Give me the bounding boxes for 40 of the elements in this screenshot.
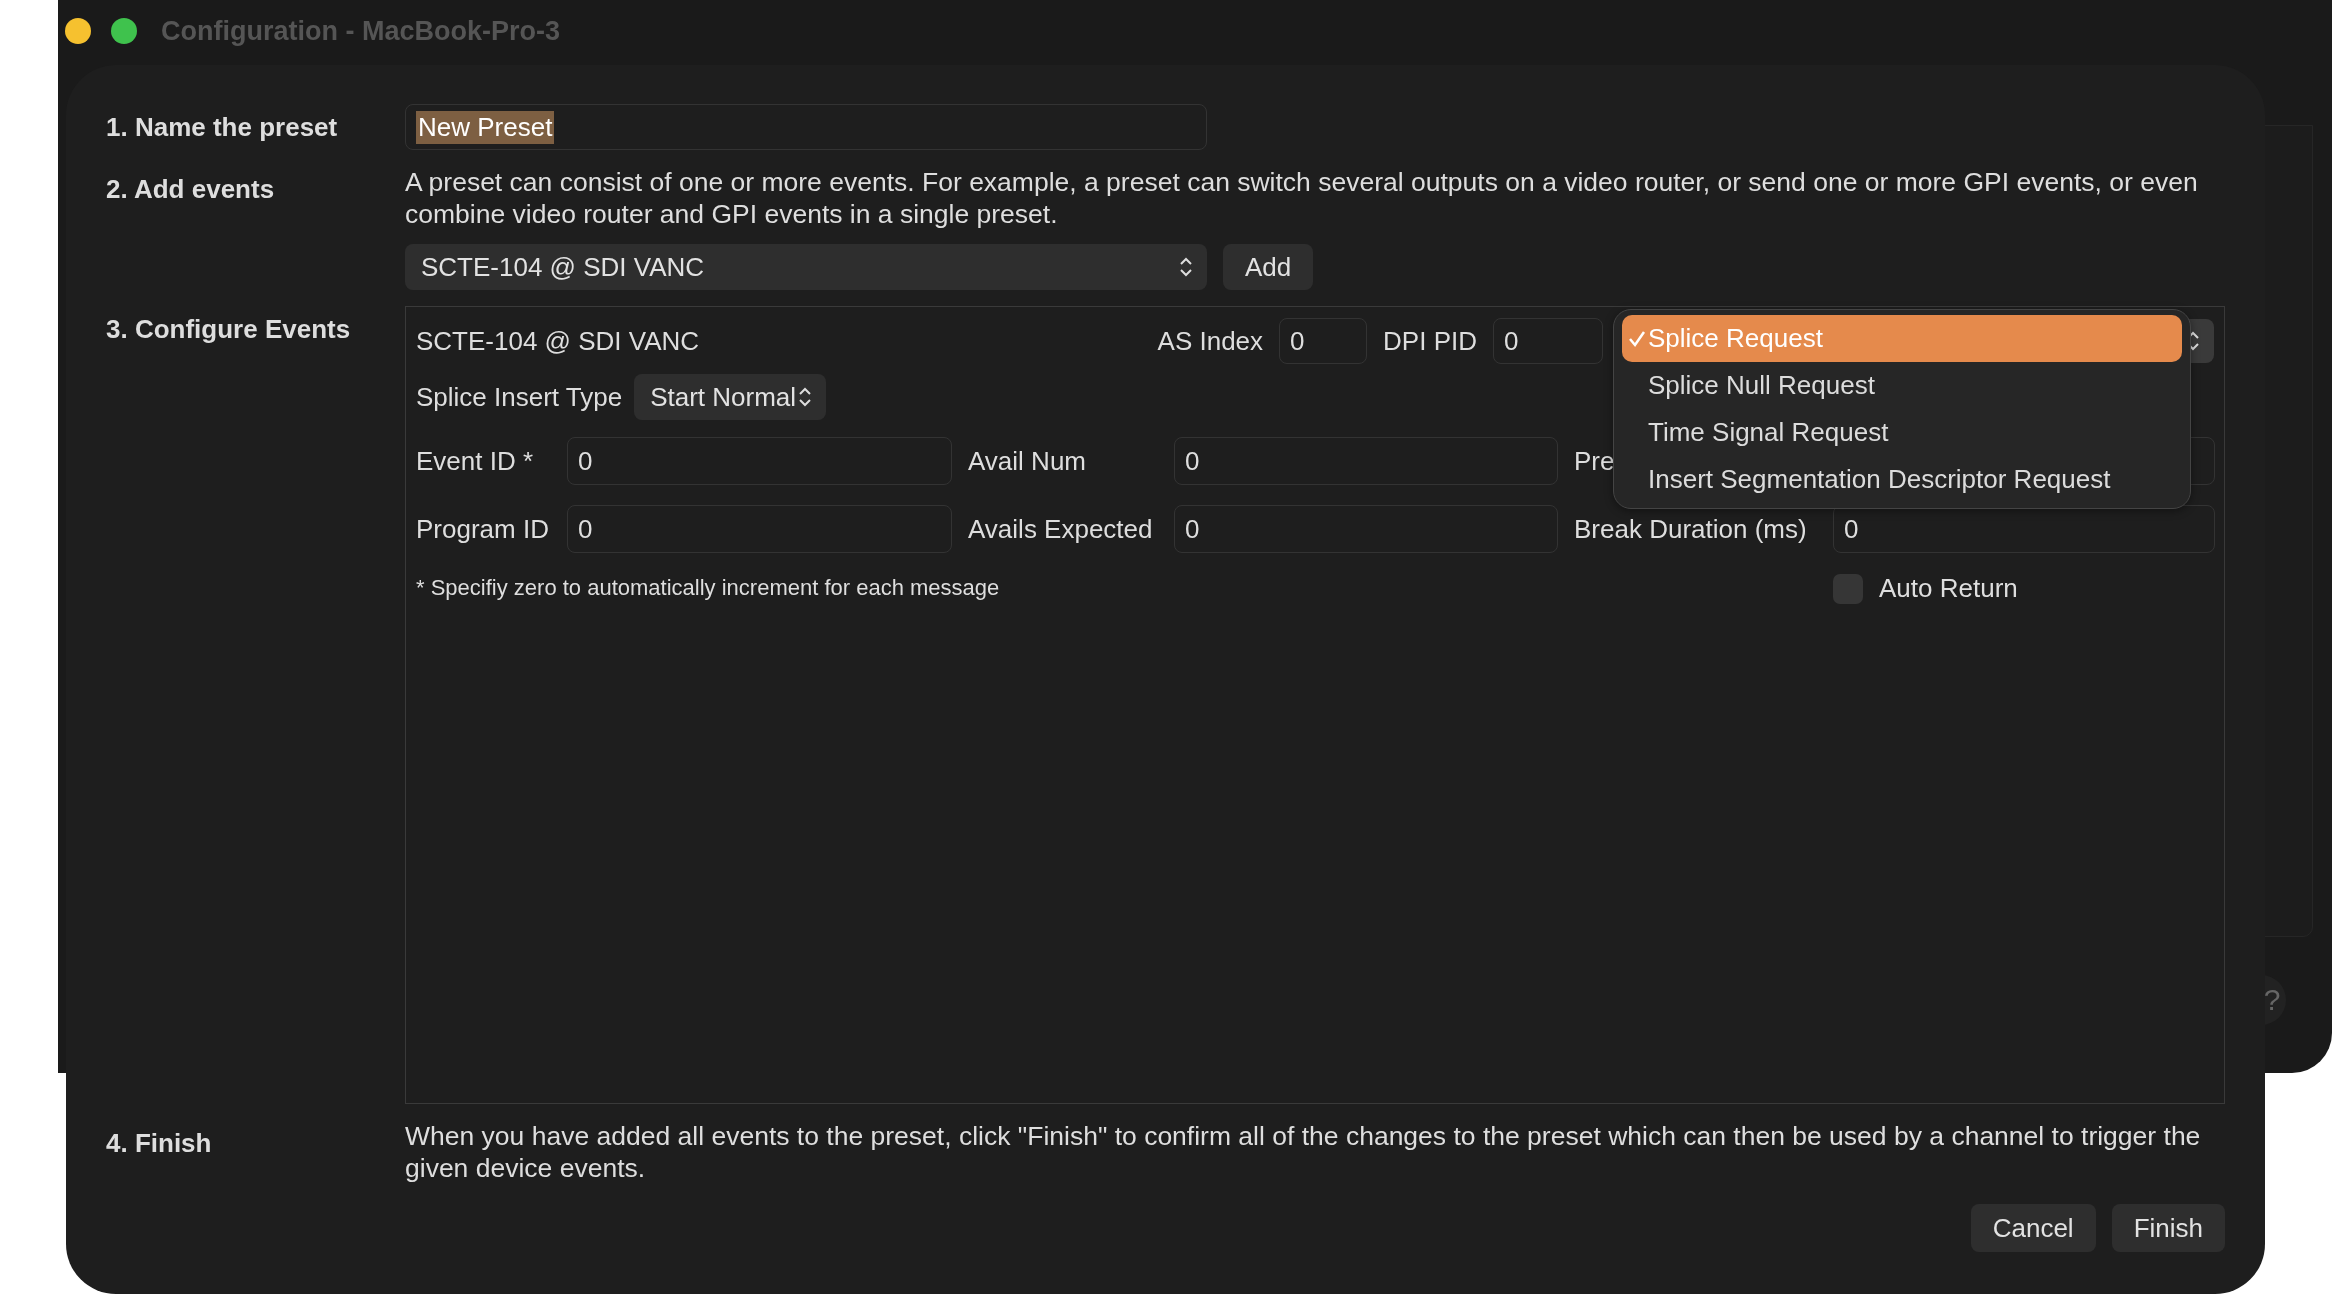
- step-label: 2. Add events: [106, 173, 276, 206]
- event-type-dropdown[interactable]: SCTE-104 @ SDI VANC: [405, 244, 1207, 290]
- step-label: 4. Finish: [106, 1127, 213, 1160]
- field-label: Event ID *: [416, 445, 534, 477]
- field-label: Break Duration (ms): [1574, 513, 1807, 545]
- finish-button[interactable]: Finish: [2111, 1204, 2225, 1252]
- step-label: 1. Name the preset: [106, 111, 339, 144]
- checkbox-label: Auto Return: [1879, 573, 2018, 604]
- field-label: Avail Num: [968, 445, 1086, 477]
- minimize-button[interactable]: [65, 18, 91, 44]
- input-field[interactable]: 0: [567, 505, 952, 553]
- updown-chevron-icon: [798, 386, 813, 408]
- menu-item[interactable]: Splice Null Request: [1622, 362, 2182, 409]
- input-field[interactable]: 0: [567, 437, 952, 485]
- step-label: 3. Configure Events: [106, 313, 352, 346]
- cancel-button[interactable]: Cancel: [1970, 1204, 2096, 1252]
- field-label: AS Index: [1157, 325, 1264, 357]
- splice-insert-type-dropdown[interactable]: Start Normal: [634, 374, 827, 420]
- event-title: SCTE-104 @ SDI VANC: [416, 325, 701, 357]
- field-label: Avails Expected: [968, 513, 1153, 545]
- description-text: When you have added all events to the preset, click "Finish" to confirm all of the changes to the preset which can then be used by a channel to trigger the given device events.: [405, 1120, 2202, 1184]
- description-text: A preset can consist of one or more events. For example, a preset can switch several outputs on a video router, or send one or more GPI events, or even combine video router and GPI events in a single preset.: [405, 166, 2199, 230]
- field-label: Splice Insert Type: [416, 381, 623, 413]
- updown-chevron-icon: [1179, 256, 1193, 278]
- preset-name-field[interactable]: New Preset: [405, 104, 1207, 150]
- footnote-text: * Specifiy zero to automatically increment for each message: [416, 574, 1001, 601]
- menu-item[interactable]: Insert Segmentation Descriptor Request: [1622, 456, 2182, 503]
- input-field[interactable]: 0: [1279, 318, 1368, 364]
- checkbox[interactable]: [1833, 573, 1863, 604]
- menu-item[interactable]: Time Signal Request: [1622, 409, 2182, 456]
- checkmark-icon: [1628, 329, 1646, 348]
- field-label: DPI PID: [1383, 325, 1477, 357]
- zoom-button[interactable]: [111, 18, 137, 44]
- input-field[interactable]: 0: [1174, 437, 1558, 485]
- window-title: Configuration - MacBook-Pro-3: [161, 15, 560, 47]
- field-label: Program ID: [416, 513, 549, 545]
- input-field[interactable]: 0: [1174, 505, 1558, 553]
- add-button[interactable]: Add: [1223, 244, 1314, 290]
- input-field[interactable]: 0: [1493, 318, 1603, 364]
- field-label: Pre: [1574, 445, 1615, 477]
